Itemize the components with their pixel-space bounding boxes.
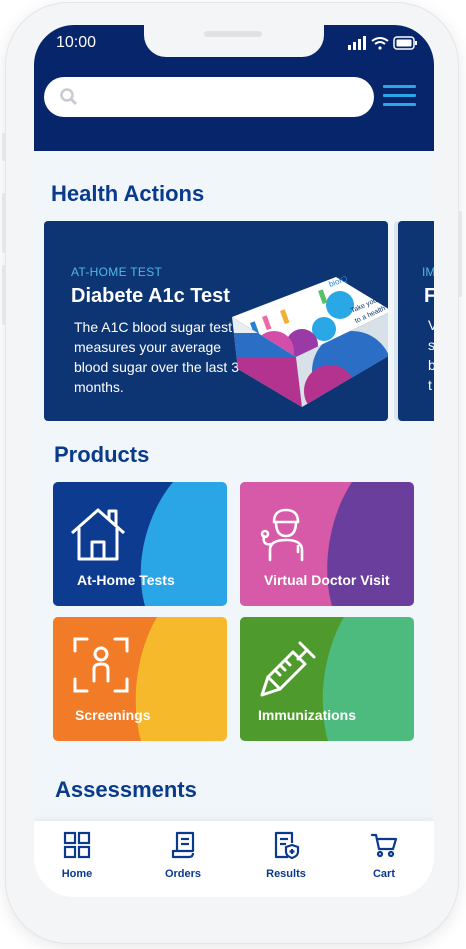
status-icons [348, 36, 417, 50]
card-title: Diabete A1c Test [71, 285, 230, 307]
nav-label: Orders [164, 868, 202, 880]
health-action-card-next[interactable]: IM F V s b t [398, 221, 434, 421]
speaker-grille [204, 31, 262, 37]
nav-label: Cart [372, 868, 395, 880]
nav-home[interactable]: Home [37, 831, 117, 880]
bottom-nav: Home Orders Results Cart [34, 821, 434, 897]
status-time: 10:00 [56, 34, 97, 51]
power-button [458, 211, 462, 297]
assessments-heading: Assessments [55, 777, 197, 802]
search-icon [60, 88, 78, 106]
nav-cart[interactable]: Cart [344, 831, 424, 880]
health-action-card-a1c[interactable]: AT-HOME TEST Diabete A1c Test The A1C bl… [44, 221, 388, 421]
nav-label: Home [61, 868, 93, 880]
card-text-line: V [428, 317, 434, 333]
tile-label: At-Home Tests [77, 572, 175, 588]
product-tile-at-home-tests[interactable]: At-Home Tests [53, 482, 227, 606]
tile-label: Screenings [75, 707, 151, 723]
card-description: The A1C blood sugar test measures your a… [74, 319, 239, 395]
person-scan-icon [73, 637, 129, 693]
product-tile-screenings[interactable]: Screenings [53, 617, 227, 741]
syringe-icon [260, 641, 316, 697]
battery-icon [393, 36, 417, 50]
card-eyebrow: AT-HOME TEST [71, 265, 163, 279]
volume-down-button [2, 265, 6, 325]
card-text-line: s [428, 337, 434, 353]
tile-label: Immunizations [258, 707, 357, 723]
nav-orders[interactable]: Orders [143, 831, 223, 880]
wifi-icon [371, 37, 389, 50]
card-title: F [424, 285, 434, 307]
phone-notch [144, 25, 324, 57]
doctor-icon [260, 508, 304, 562]
grid-icon [63, 831, 91, 859]
test-kit-image: bioIQ Take your fi to a health [232, 274, 388, 407]
card-text-line: t [428, 377, 432, 393]
product-tile-virtual-doctor-visit[interactable]: Virtual Doctor Visit [240, 482, 414, 606]
volume-up-button [2, 193, 6, 253]
results-shield-icon [274, 831, 300, 860]
house-icon [71, 508, 125, 561]
tile-label: Virtual Doctor Visit [264, 572, 390, 588]
nav-label: Results [266, 868, 306, 880]
health-actions-heading: Health Actions [51, 181, 205, 206]
signal-icon [348, 36, 366, 50]
receipt-icon [171, 831, 195, 859]
nav-results[interactable]: Results [246, 831, 326, 880]
search-input[interactable] [44, 77, 374, 117]
product-tile-immunizations[interactable]: Immunizations [240, 617, 414, 741]
products-heading: Products [54, 442, 150, 467]
app-screen: 10:00 Health Actions AT-HOME TEST Diabet… [34, 25, 434, 897]
side-button [2, 133, 6, 161]
menu-icon[interactable] [383, 83, 419, 109]
cart-icon [370, 833, 398, 858]
card-text-line: b [428, 357, 434, 373]
card-eyebrow: IM [422, 265, 434, 279]
